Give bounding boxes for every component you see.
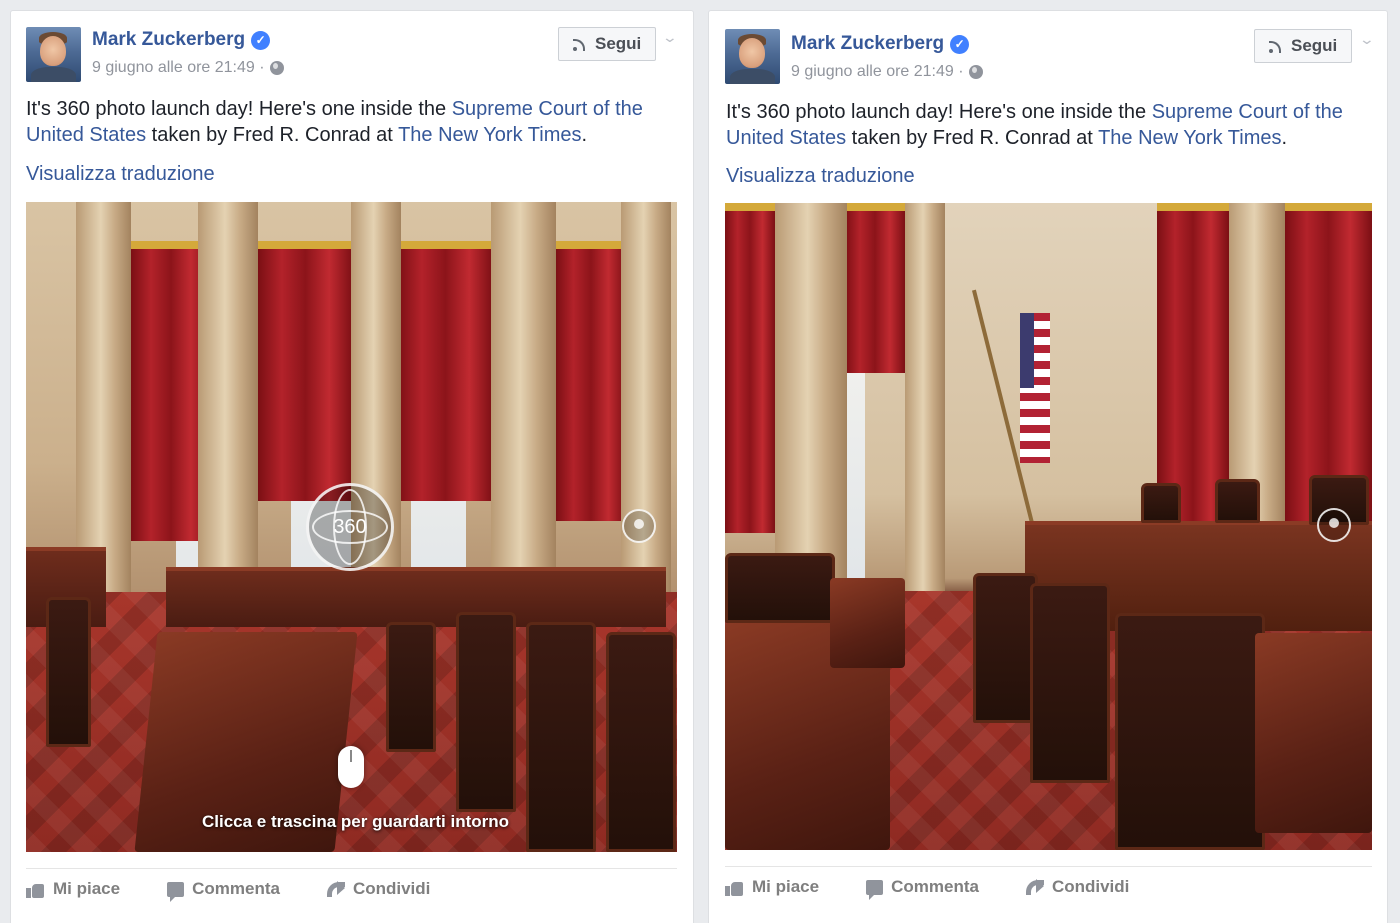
divider xyxy=(725,866,1372,867)
post-card-right: Mark Zuckerberg ✓ 9 giugno alle ore 21:4… xyxy=(708,10,1388,923)
avatar[interactable] xyxy=(26,27,81,82)
verified-badge-icon: ✓ xyxy=(950,34,970,54)
photo-360-viewer[interactable] xyxy=(725,203,1372,850)
translate-link[interactable]: Visualizza traduzione xyxy=(726,165,915,188)
mouse-icon xyxy=(338,746,364,788)
avatar-face xyxy=(739,38,765,68)
photo-chair xyxy=(456,612,516,812)
like-label: Mi piace xyxy=(752,877,820,896)
chevron-down-icon[interactable]: ⌄ xyxy=(1359,31,1375,48)
photo-360-viewer[interactable]: 360 Clicca e trascina per guardarti into… xyxy=(26,202,677,852)
post-text: It's 360 photo launch day! Here's one in… xyxy=(26,96,666,148)
comment-label: Commenta xyxy=(192,879,280,898)
avatar-shirt xyxy=(31,67,76,82)
rss-icon xyxy=(573,37,587,51)
author-row: Mark Zuckerberg ✓ xyxy=(791,33,970,55)
photo-curtain xyxy=(725,203,775,533)
post-text-part: It's 360 photo launch day! Here's one in… xyxy=(726,101,1152,123)
avatar[interactable] xyxy=(725,29,780,84)
like-button[interactable]: Mi piace xyxy=(725,877,819,897)
photo-chair xyxy=(973,573,1038,723)
photo-column xyxy=(491,202,556,605)
photo-column xyxy=(198,202,258,605)
badge-360-label: 360 xyxy=(333,515,367,538)
photo-column xyxy=(905,203,945,605)
follow-label: Segui xyxy=(1291,36,1338,55)
photo-column xyxy=(775,203,847,605)
link-nyt[interactable]: The New York Times xyxy=(1098,127,1281,149)
photo-curtain xyxy=(556,241,626,521)
photo-chair xyxy=(1215,479,1260,523)
photo-chair xyxy=(1141,483,1181,523)
author-row: Mark Zuckerberg ✓ xyxy=(92,29,271,51)
photo-chair xyxy=(386,622,436,752)
drag-hint: Clicca e trascina per guardarti intorno xyxy=(202,812,510,831)
photo-chair xyxy=(526,622,596,852)
photo-chair xyxy=(606,632,676,852)
photo-chair xyxy=(46,597,91,747)
divider xyxy=(26,868,677,869)
compass-icon[interactable] xyxy=(622,509,656,543)
follow-label: Segui xyxy=(595,34,642,53)
photo-curtain xyxy=(398,241,493,501)
post-text-part: . xyxy=(581,124,588,146)
photo-flag xyxy=(1020,313,1050,463)
like-button[interactable]: Mi piace xyxy=(26,879,120,899)
share-button[interactable]: Condividi xyxy=(326,879,431,899)
share-label: Condividi xyxy=(1051,877,1130,896)
chevron-down-icon[interactable]: ⌄ xyxy=(662,29,678,46)
photo-chair xyxy=(725,553,835,623)
follow-button[interactable]: Segui xyxy=(558,27,657,61)
globe-icon xyxy=(269,61,284,75)
like-icon xyxy=(26,881,45,898)
comment-button[interactable]: Commenta xyxy=(167,879,280,902)
rss-icon xyxy=(1269,39,1283,53)
photo-curtain xyxy=(845,203,905,373)
translate-link[interactable]: Visualizza traduzione xyxy=(26,163,215,186)
post-text: It's 360 photo launch day! Here's one in… xyxy=(726,99,1366,151)
share-button[interactable]: Condividi xyxy=(1025,877,1130,897)
author-name[interactable]: Mark Zuckerberg xyxy=(791,33,944,55)
photo-chair xyxy=(1115,613,1265,850)
comment-icon xyxy=(866,879,884,900)
globe-icon xyxy=(968,65,983,79)
post-date[interactable]: 9 giugno alle ore 21:49 · xyxy=(92,59,265,77)
post-meta: 9 giugno alle ore 21:49 · xyxy=(791,63,983,81)
avatar-face xyxy=(40,36,66,66)
post-text-part: taken by Fred R. Conrad at xyxy=(146,124,399,146)
post-text-part: It's 360 photo launch day! Here's one in… xyxy=(26,98,452,120)
post-text-part: . xyxy=(1281,127,1288,149)
action-bar: Mi piace Commenta Condividi xyxy=(26,879,431,902)
share-label: Condividi xyxy=(352,879,431,898)
avatar-shirt xyxy=(730,69,775,84)
comment-icon xyxy=(167,881,185,902)
photo-column xyxy=(76,202,131,605)
photo-table xyxy=(1255,633,1372,833)
360-icon[interactable]: 360 xyxy=(306,483,394,571)
photo-table xyxy=(830,578,905,668)
like-label: Mi piace xyxy=(53,879,121,898)
post-date[interactable]: 9 giugno alle ore 21:49 · xyxy=(791,63,964,81)
like-icon xyxy=(725,879,744,896)
action-bar: Mi piace Commenta Condividi xyxy=(725,877,1130,900)
comment-button[interactable]: Commenta xyxy=(866,877,979,900)
photo-chair xyxy=(1030,583,1110,783)
compass-icon[interactable] xyxy=(1317,508,1351,542)
share-icon xyxy=(1025,879,1044,895)
post-text-part: taken by Fred R. Conrad at xyxy=(846,127,1099,149)
photo-curtain xyxy=(258,241,353,501)
link-nyt[interactable]: The New York Times xyxy=(398,124,581,146)
post-card-left: Mark Zuckerberg ✓ 9 giugno alle ore 21:4… xyxy=(10,10,694,923)
photo-bench xyxy=(166,567,666,627)
share-icon xyxy=(326,881,345,897)
verified-badge-icon: ✓ xyxy=(251,30,271,50)
author-name[interactable]: Mark Zuckerberg xyxy=(92,29,245,51)
photo-column xyxy=(621,202,671,605)
post-meta: 9 giugno alle ore 21:49 · xyxy=(92,59,284,77)
follow-button[interactable]: Segui xyxy=(1254,29,1353,63)
comment-label: Commenta xyxy=(891,877,979,896)
